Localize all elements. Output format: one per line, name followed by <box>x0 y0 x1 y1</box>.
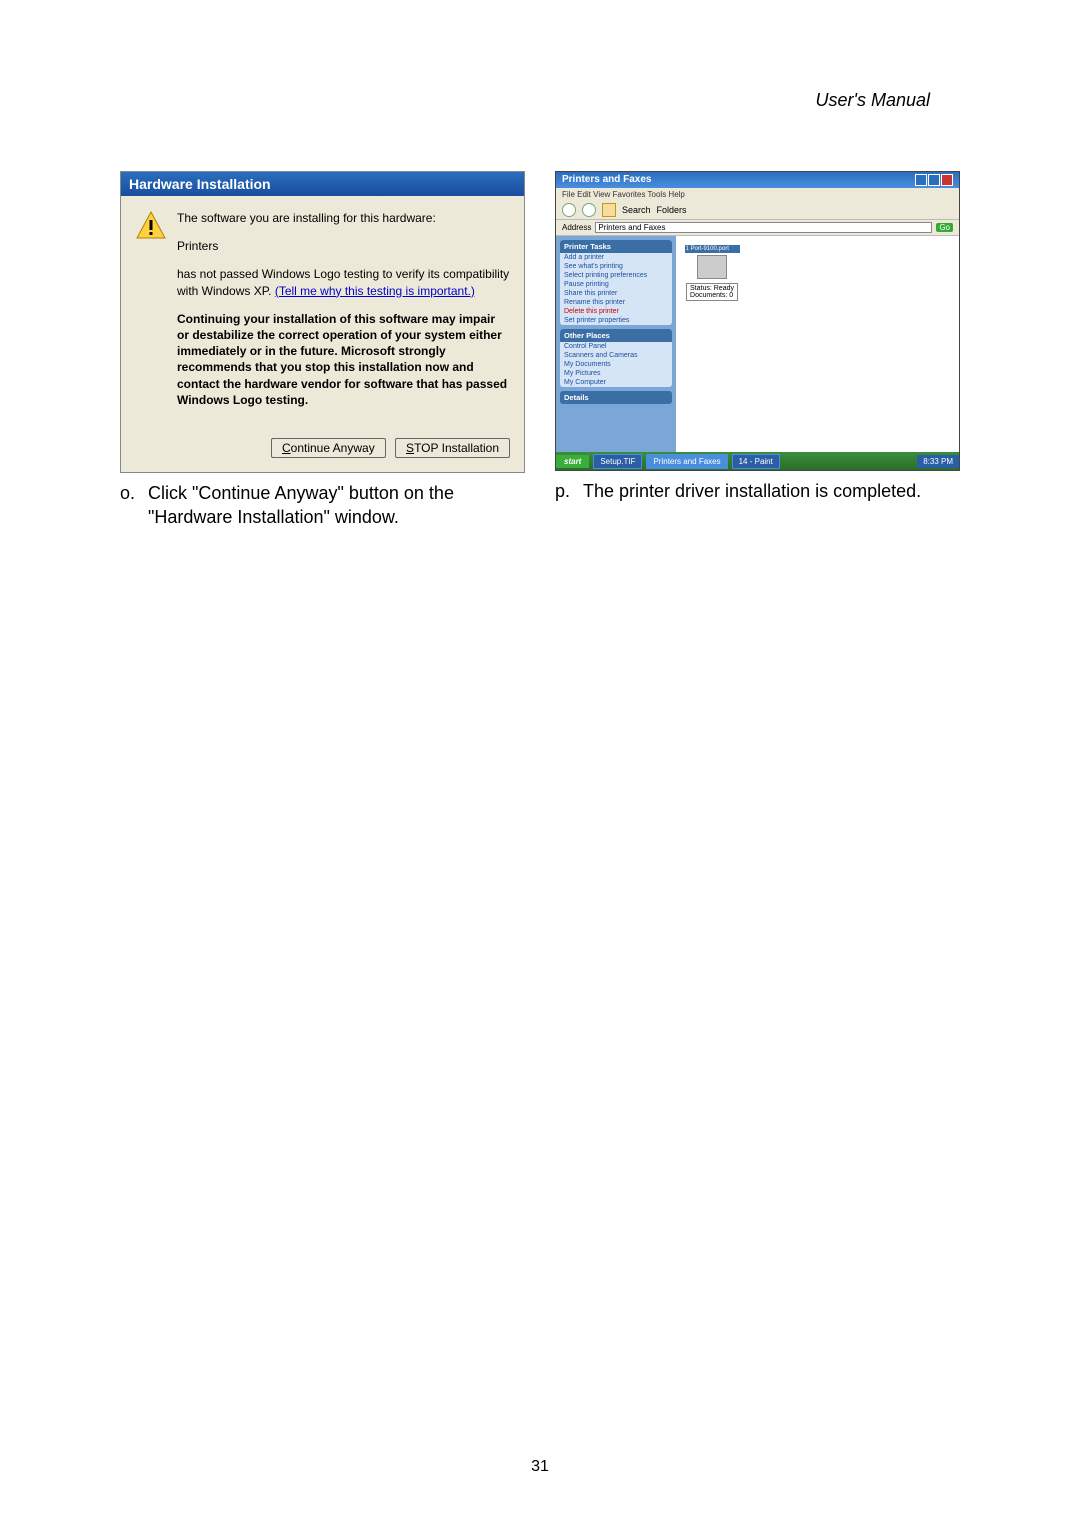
details-heading: Details <box>560 391 672 404</box>
minimize-icon[interactable] <box>915 174 927 186</box>
forward-icon[interactable] <box>582 203 596 217</box>
sidebar-item[interactable]: Share this printer <box>560 289 672 298</box>
up-icon[interactable] <box>602 203 616 217</box>
printers-area: 1 Port-9100.port Status: Ready Documents… <box>676 236 959 456</box>
folders-button[interactable]: Folders <box>657 205 687 215</box>
system-tray: 8:33 PM <box>917 455 959 468</box>
close-icon[interactable] <box>941 174 953 186</box>
page-number: 31 <box>0 1458 1080 1476</box>
sidebar-item[interactable]: Rename this printer <box>560 298 672 307</box>
stop-installation-button[interactable]: STOP Installation <box>395 438 510 458</box>
taskbar-item[interactable]: Printers and Faxes <box>646 454 727 469</box>
warning-icon <box>135 210 167 242</box>
taskbar-item[interactable]: Setup.TIF <box>593 454 642 469</box>
taskbar-item[interactable]: 14 - Paint <box>732 454 780 469</box>
sidebar-item[interactable]: Add a printer <box>560 253 672 262</box>
sidebar-item[interactable]: Delete this printer <box>560 307 672 316</box>
toolbar: Search Folders <box>556 201 959 220</box>
printer-icon <box>697 255 727 279</box>
page-header: User's Manual <box>120 90 960 111</box>
sidebar-item[interactable]: See what's printing <box>560 262 672 271</box>
address-label: Address <box>562 223 591 232</box>
go-button[interactable]: Go <box>936 223 953 232</box>
dialog-line2: Printers <box>177 239 218 253</box>
taskbar: start Setup.TIF Printers and Faxes 14 - … <box>556 452 959 470</box>
sidebar-item[interactable]: My Computer <box>560 378 672 387</box>
printer-selected-label: 1 Port-9100.port <box>685 245 740 253</box>
dialog-line1: The software you are installing for this… <box>177 211 436 225</box>
caption-letter-left: o. <box>120 481 148 530</box>
dialog-title: Hardware Installation <box>121 172 524 196</box>
back-icon[interactable] <box>562 203 576 217</box>
caption-letter-right: p. <box>555 479 583 503</box>
start-button[interactable]: start <box>556 455 589 468</box>
address-bar[interactable]: Printers and Faxes <box>595 222 932 233</box>
printers-faxes-window: Printers and Faxes File Edit View Favori… <box>555 171 960 471</box>
menu-bar[interactable]: File Edit View Favorites Tools Help <box>556 188 959 201</box>
printer-item[interactable]: 1 Port-9100.port Status: Ready Documents… <box>682 245 742 301</box>
sidebar-item[interactable]: Select printing preferences <box>560 271 672 280</box>
sidebar-item[interactable]: My Pictures <box>560 369 672 378</box>
logo-testing-link[interactable]: (Tell me why this testing is important.) <box>275 284 475 298</box>
continue-anyway-button[interactable]: Continue Anyway <box>271 438 386 458</box>
window-title: Printers and Faxes <box>562 174 651 186</box>
sidebar-item[interactable]: Pause printing <box>560 280 672 289</box>
search-button[interactable]: Search <box>622 205 651 215</box>
printer-status: Status: Ready <box>690 285 734 292</box>
other-places-heading: Other Places <box>560 329 672 342</box>
printer-documents: Documents: 0 <box>690 292 734 299</box>
printer-tasks-heading: Printer Tasks <box>560 240 672 253</box>
hardware-installation-dialog: Hardware Installation The software you a… <box>120 171 525 473</box>
sidebar-item[interactable]: My Documents <box>560 360 672 369</box>
sidebar-item[interactable]: Set printer properties <box>560 316 672 325</box>
sidebar-item[interactable]: Scanners and Cameras <box>560 351 672 360</box>
maximize-icon[interactable] <box>928 174 940 186</box>
dialog-warning-text: Continuing your installation of this sof… <box>177 311 510 408</box>
caption-text-right: The printer driver installation is compl… <box>583 479 960 503</box>
sidebar-item[interactable]: Control Panel <box>560 342 672 351</box>
caption-text-left: Click "Continue Anyway" button on the "H… <box>148 481 525 530</box>
sidebar: Printer Tasks Add a printer See what's p… <box>556 236 676 456</box>
